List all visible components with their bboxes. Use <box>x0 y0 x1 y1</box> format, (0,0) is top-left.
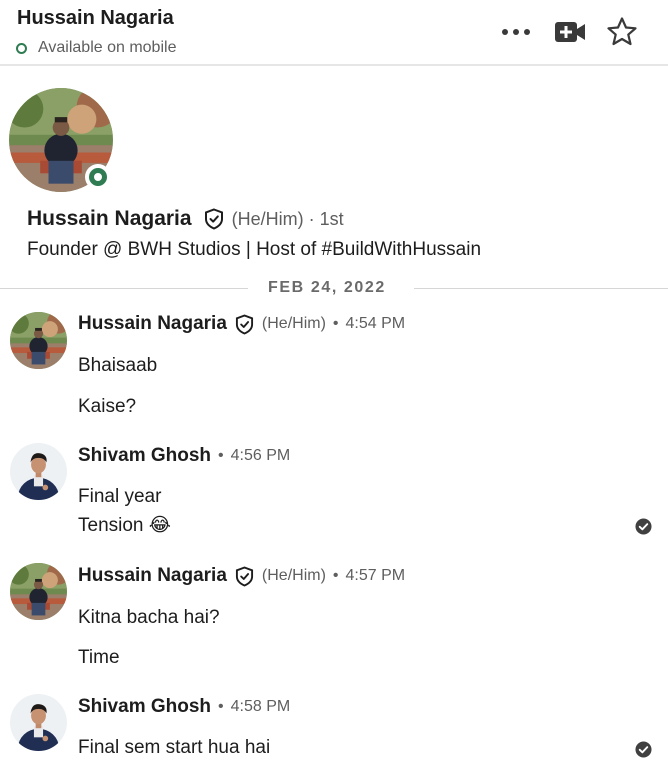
profile-pronouns: (He/Him) <box>231 208 304 229</box>
message-text: Kaise? <box>78 396 137 417</box>
message-group: Hussain Nagaria (He/Him) • 4:54 PM Bhais… <box>0 305 668 430</box>
sender-avatar[interactable] <box>10 563 67 620</box>
message-time: 4:58 PM <box>230 698 291 715</box>
sender-name[interactable]: Shivam Ghosh <box>78 445 211 467</box>
message-text: Final sem start hua hai <box>78 737 271 758</box>
sender-avatar[interactable] <box>10 443 67 500</box>
profile-name-row: Hussain Nagaria (He/Him) · 1st <box>27 207 344 231</box>
message-text: Final year <box>78 486 162 507</box>
video-call-icon <box>555 22 585 42</box>
read-receipt-icon <box>635 741 652 758</box>
dot-separator: • <box>218 698 224 715</box>
date-divider-text: FEB 24, 2022 <box>268 279 386 296</box>
star-button[interactable] <box>604 14 640 50</box>
conversation-header: Hussain Nagaria Available on mobile <box>0 0 668 66</box>
message-header: Shivam Ghosh • 4:58 PM <box>78 696 290 718</box>
star-icon <box>607 17 637 46</box>
sender-avatar[interactable] <box>10 694 67 751</box>
more-options-button[interactable] <box>498 14 534 50</box>
profile-headline: Founder @ BWH Studios | Host of #BuildWi… <box>27 239 482 260</box>
message-time: 4:54 PM <box>345 315 406 332</box>
message-time: 4:57 PM <box>345 567 406 584</box>
video-call-button[interactable] <box>552 14 588 50</box>
message-group: Shivam Ghosh • 4:56 PM Final year Tensio… <box>0 436 668 556</box>
verified-shield-icon <box>235 314 254 335</box>
message-text: Tension 😂 <box>78 515 171 536</box>
sender-name[interactable]: Hussain Nagaria <box>78 565 227 587</box>
sender-name[interactable]: Hussain Nagaria <box>78 313 227 335</box>
header-contact-name[interactable]: Hussain Nagaria <box>17 7 174 30</box>
dot-separator: • <box>218 447 224 464</box>
divider-line-right <box>414 288 668 289</box>
dot-separator: • <box>332 567 339 584</box>
message-text: Bhaisaab <box>78 355 158 376</box>
online-presence-icon <box>85 164 111 190</box>
sender-avatar[interactable] <box>10 312 67 369</box>
availability-status: Available on mobile <box>16 39 176 57</box>
message-group: Hussain Nagaria (He/Him) • 4:57 PM Kitna… <box>0 556 668 681</box>
divider-line-left <box>0 288 248 289</box>
message-header: Shivam Ghosh • 4:56 PM <box>78 445 290 467</box>
header-actions <box>498 14 640 50</box>
profile-card: Hussain Nagaria (He/Him) · 1st Founder @… <box>0 66 668 271</box>
message-time: 4:56 PM <box>230 447 291 464</box>
message-text: Time <box>78 647 120 668</box>
date-divider: FEB 24, 2022 <box>0 276 668 302</box>
separator: · <box>308 208 315 229</box>
sender-pronouns: (He/Him) <box>261 567 326 584</box>
verified-shield-icon <box>235 566 254 587</box>
connection-degree: 1st <box>319 208 344 229</box>
verified-shield-icon <box>204 208 224 230</box>
message-header: Hussain Nagaria (He/Him) • 4:54 PM <box>78 313 405 335</box>
availability-ring-icon <box>16 42 27 54</box>
sender-pronouns: (He/Him) <box>261 315 326 332</box>
sender-name[interactable]: Shivam Ghosh <box>78 696 211 718</box>
message-header: Hussain Nagaria (He/Him) • 4:57 PM <box>78 565 405 587</box>
profile-name[interactable]: Hussain Nagaria <box>27 207 192 231</box>
message-text: Kitna bacha hai? <box>78 607 220 628</box>
more-options-icon <box>502 29 530 35</box>
message-group: Shivam Ghosh • 4:58 PM Final sem start h… <box>0 687 668 768</box>
availability-text: Available on mobile <box>38 39 177 56</box>
dot-separator: • <box>332 315 339 332</box>
read-receipt-icon <box>635 518 652 535</box>
